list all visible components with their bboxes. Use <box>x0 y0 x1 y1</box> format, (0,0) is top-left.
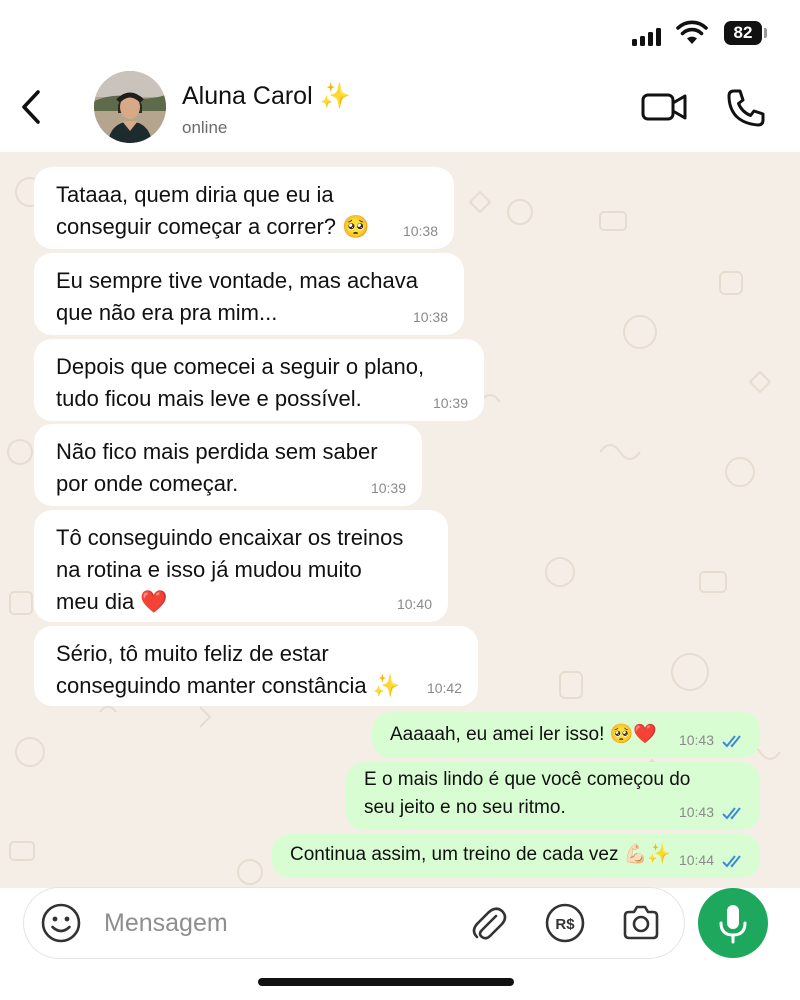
message-text: Depois que comecei a seguir o plano, tud… <box>56 354 425 411</box>
signal-icon <box>632 28 662 46</box>
message-time: 10:44 <box>678 852 714 868</box>
camera-icon[interactable] <box>620 902 662 944</box>
message-bubble-outgoing[interactable]: Continua assim, um treino de cada vez 💪🏻… <box>272 834 760 878</box>
message-text: E o mais lindo é que você começou do seu… <box>364 769 691 818</box>
message-time: 10:38 <box>402 223 438 239</box>
chat-area[interactable]: Tataaa, quem diria que eu ia conseguir c… <box>0 152 800 888</box>
message-text: Não fico mais perdida sem saber por onde… <box>56 439 378 496</box>
message-text: Sério, tô muito feliz de estar conseguin… <box>56 641 401 698</box>
message-bubble-incoming[interactable]: Sério, tô muito feliz de estar conseguin… <box>34 626 478 706</box>
message-bubble-incoming[interactable]: Tataaa, quem diria que eu ia conseguir c… <box>34 167 454 249</box>
home-indicator[interactable] <box>258 978 514 986</box>
back-arrow-icon[interactable] <box>14 84 50 130</box>
emoji-icon[interactable] <box>40 902 82 944</box>
message-bubble-outgoing[interactable]: Aaaaah, eu amei ler isso! 🥺❤️ 10:43 <box>372 712 760 758</box>
message-bubble-incoming[interactable]: Tô conseguindo encaixar os treinos na ro… <box>34 510 448 622</box>
message-composer: R$ <box>0 888 800 1000</box>
message-input-container[interactable]: R$ <box>24 888 684 958</box>
battery-cap <box>764 28 767 38</box>
message-time: 10:39 <box>432 395 468 411</box>
payment-icon[interactable]: R$ <box>544 902 586 944</box>
wifi-icon <box>676 20 708 44</box>
message-bubble-incoming[interactable]: Depois que comecei a seguir o plano, tud… <box>34 339 484 421</box>
message-text: Tataaa, quem diria que eu ia conseguir c… <box>56 182 370 239</box>
message-bubble-incoming[interactable]: Eu sempre tive vontade, mas achava que n… <box>34 253 464 335</box>
video-call-icon[interactable] <box>640 90 688 124</box>
chat-header: Aluna Carol ✨ online <box>0 62 800 152</box>
double-check-icon <box>722 735 741 748</box>
message-text: Eu sempre tive vontade, mas achava que n… <box>56 268 418 325</box>
message-text: Tô conseguindo encaixar os treinos na ro… <box>56 525 404 614</box>
double-check-icon <box>722 855 741 868</box>
svg-text:R$: R$ <box>555 916 575 933</box>
battery-indicator: 82 <box>724 21 762 45</box>
avatar-photo <box>94 71 166 143</box>
message-time: 10:40 <box>396 596 432 612</box>
paperclip-icon[interactable] <box>468 902 510 944</box>
phone-icon[interactable] <box>724 86 768 130</box>
contact-status: online <box>182 118 228 137</box>
message-time: 10:38 <box>412 309 448 325</box>
contact-name[interactable]: Aluna Carol ✨ <box>182 82 351 111</box>
message-text: Continua assim, um treino de cada vez 💪🏻… <box>290 844 672 865</box>
message-text: Aaaaah, eu amei ler isso! 🥺❤️ <box>390 724 657 745</box>
status-bar: 82 <box>0 0 800 62</box>
avatar[interactable] <box>94 71 166 143</box>
microphone-icon <box>719 905 747 944</box>
message-time: 10:43 <box>678 804 714 820</box>
message-bubble-incoming[interactable]: Não fico mais perdida sem saber por onde… <box>34 424 422 506</box>
message-time: 10:39 <box>370 480 406 496</box>
message-input[interactable] <box>104 904 444 942</box>
double-check-icon <box>722 807 741 820</box>
microphone-button[interactable] <box>698 888 768 958</box>
message-time: 10:42 <box>426 680 462 696</box>
message-bubble-outgoing[interactable]: E o mais lindo é que você começou do seu… <box>346 762 760 830</box>
message-time: 10:43 <box>678 732 714 748</box>
